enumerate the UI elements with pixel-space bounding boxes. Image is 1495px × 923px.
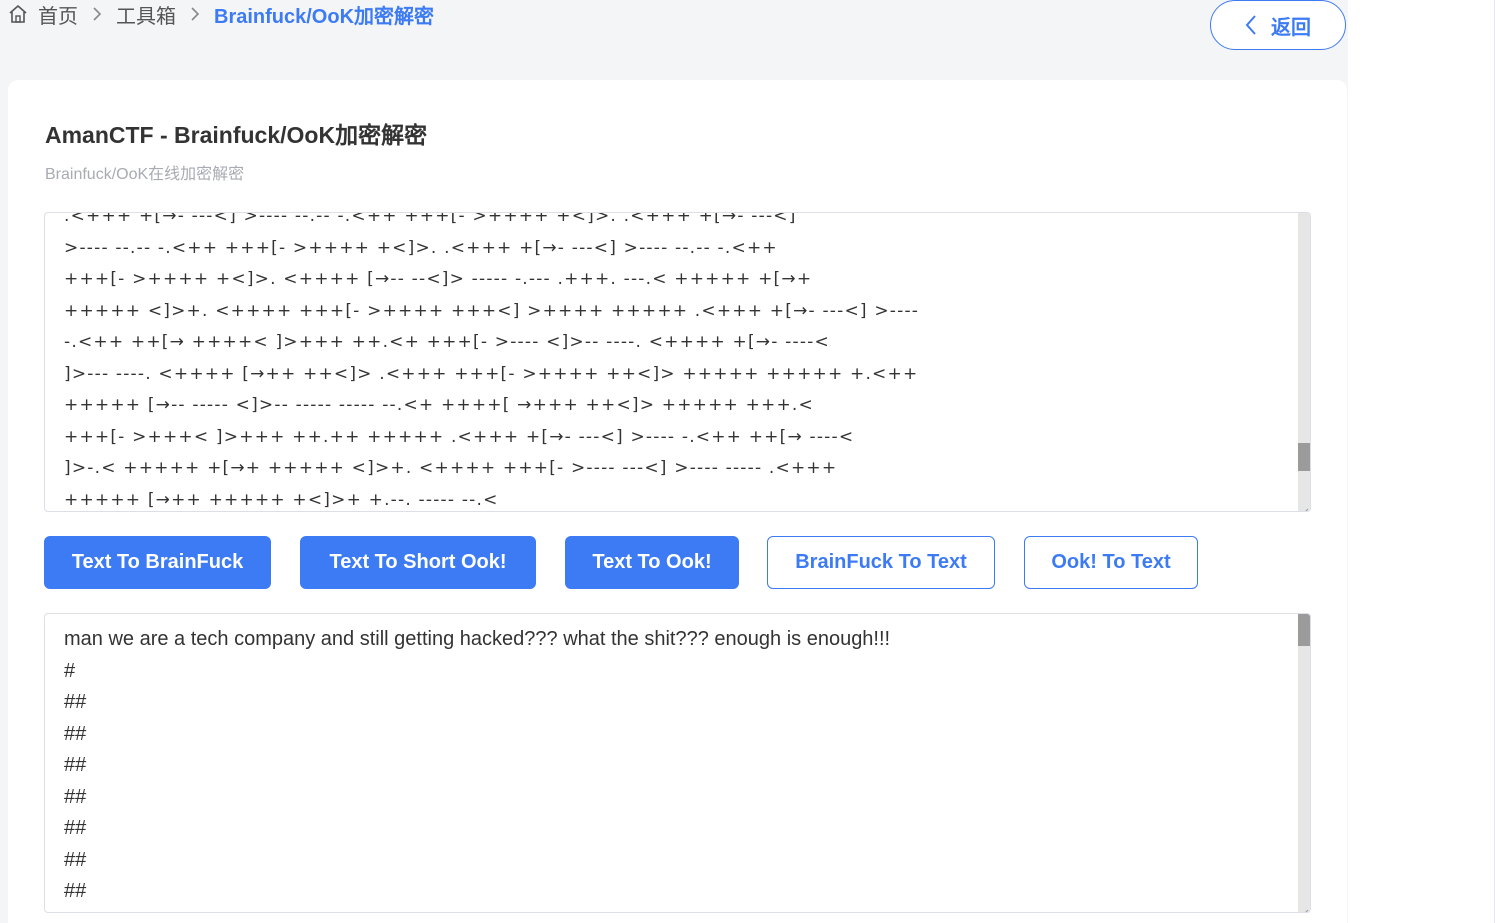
input-line: +++++ <]>+. <++++ +++[- >++++ +++<] >+++… — [64, 300, 920, 321]
input-line: .<+++ +[→- ---<] >---- --.-- -.<++ +++[-… — [64, 212, 797, 226]
input-text: .<+++ +[→- ---<] >---- --.-- -.<++ +++[-… — [64, 212, 1294, 511]
text-to-ook-button[interactable]: Text To Ook! — [565, 536, 739, 589]
text-to-short-ook-button[interactable]: Text To Short Ook! — [300, 536, 536, 589]
input-scrollbar[interactable] — [1298, 213, 1310, 511]
resize-grip-icon[interactable] — [1301, 903, 1309, 912]
tool-card: AmanCTF - Brainfuck/OoK加密解密 Brainfuck/Oo… — [8, 80, 1347, 923]
page-subtitle: Brainfuck/OoK在线加密解密 — [45, 166, 245, 183]
chevron-right-icon — [92, 7, 102, 21]
back-button[interactable]: 返回 — [1210, 0, 1346, 50]
ook-to-text-button[interactable]: Ook! To Text — [1024, 536, 1198, 589]
breadcrumb-current: Brainfuck/OoK加密解密 — [214, 5, 435, 28]
back-button-label: 返回 — [1271, 16, 1311, 39]
home-icon — [8, 4, 28, 24]
right-panel-strip — [1348, 0, 1495, 923]
output-line: ## — [64, 880, 87, 902]
brainfuck-to-text-button[interactable]: BrainFuck To Text — [767, 536, 995, 589]
input-line: +++[- >+++< ]>+++ ++.++ +++++ .<+++ +[→-… — [64, 426, 855, 447]
output-line: ## — [64, 691, 87, 713]
output-line: # — [64, 659, 76, 682]
output-textarea[interactable]: man we are a tech company and still gett… — [44, 613, 1311, 913]
breadcrumb-home[interactable]: 首页 — [38, 0, 78, 29]
chevron-left-icon — [1245, 14, 1257, 36]
breadcrumb: 首页 工具箱 Brainfuck/OoK加密解密 — [8, 0, 434, 28]
output-scroll-thumb[interactable] — [1298, 614, 1310, 646]
page: 首页 工具箱 Brainfuck/OoK加密解密 返回 AmanCTF - Br… — [0, 0, 1495, 923]
input-scroll-thumb[interactable] — [1298, 443, 1310, 471]
output-line: ## — [64, 817, 87, 839]
input-line: +++++ [→-- ----- <]>-- ----- ----- --.<+… — [64, 395, 814, 415]
input-line: >---- --.-- -.<++ +++[- >++++ +<]>. .<++… — [64, 237, 778, 258]
breadcrumb-toolbox[interactable]: 工具箱 — [116, 0, 176, 29]
text-to-brainfuck-button[interactable]: Text To BrainFuck — [44, 536, 271, 589]
output-line: ## — [64, 848, 87, 871]
output-line: ## — [64, 722, 87, 745]
output-text: man we are a tech company and still gett… — [64, 624, 1294, 908]
input-textarea[interactable]: .<+++ +[→- ---<] >---- --.-- -.<++ +++[-… — [44, 212, 1311, 512]
input-line: -.<++ ++[→ ++++< ]>+++ ++.<+ +++[- >----… — [64, 332, 830, 352]
input-line: ]>--- ----. <++++ [→++ ++<]> .<+++ +++[-… — [64, 363, 919, 384]
output-line: man we are a tech company and still gett… — [64, 628, 891, 650]
output-scrollbar[interactable] — [1298, 614, 1310, 912]
output-line: ## — [64, 785, 87, 808]
input-line: ]>-.< +++++ +[→+ +++++ <]>+. <++++ +++[-… — [64, 458, 838, 478]
input-line: +++++ [→++ +++++ +<]>+ +.--. ----- --.< — [64, 489, 499, 510]
input-line: +++[- >++++ +<]>. <++++ [→-- --<]> -----… — [64, 269, 813, 289]
resize-grip-icon[interactable] — [1301, 502, 1309, 511]
output-line: ## — [64, 754, 87, 776]
page-title: AmanCTF - Brainfuck/OoK加密解密 — [45, 122, 428, 148]
chevron-right-icon — [190, 7, 200, 21]
